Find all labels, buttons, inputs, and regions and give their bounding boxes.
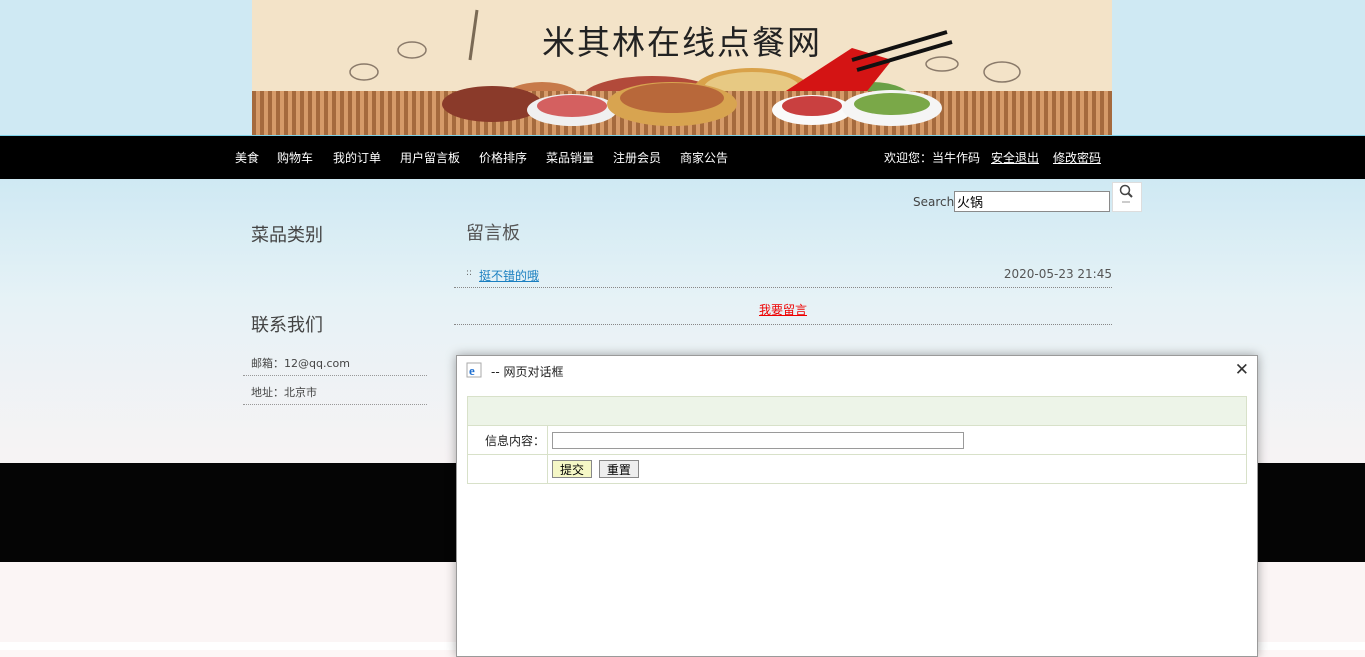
main-nav: 美食 购物车 我的订单 用户留言板 价格排序 菜品销量 注册会员 商家公告 欢迎… bbox=[0, 135, 1365, 179]
form-header bbox=[467, 396, 1247, 426]
content-label: 信息内容： bbox=[467, 425, 548, 455]
dialog-title: -- 网页对话框 bbox=[491, 365, 564, 379]
board-title: 留言板 bbox=[466, 223, 520, 244]
contact-email: 邮箱：12@qq.com bbox=[243, 353, 427, 376]
contact-title: 联系我们 bbox=[251, 315, 323, 336]
submit-button[interactable]: 提交 bbox=[552, 460, 593, 478]
nav-item-register[interactable]: 注册会员 bbox=[613, 149, 661, 166]
close-icon[interactable]: ✕ bbox=[1235, 360, 1249, 380]
categories-title: 菜品类别 bbox=[251, 225, 323, 246]
nav-item-announcements[interactable]: 商家公告 bbox=[680, 149, 728, 166]
ie-icon: e bbox=[466, 362, 482, 378]
logout-link[interactable]: 安全退出 bbox=[991, 149, 1039, 166]
message-date: 2020-05-23 21:45 bbox=[1003, 267, 1112, 281]
web-dialog: e -- 网页对话框 ✕ 信息内容： 提交 重置 bbox=[456, 355, 1258, 657]
nav-item-cart[interactable]: 购物车 bbox=[277, 149, 313, 166]
nav-item-food[interactable]: 美食 bbox=[235, 149, 259, 166]
message-link[interactable]: 挺不错的哦 bbox=[479, 267, 539, 284]
reset-button[interactable]: 重置 bbox=[598, 460, 639, 478]
bullet-icon: :: bbox=[466, 268, 473, 278]
contact-address: 地址：北京市 bbox=[243, 382, 427, 405]
change-password-link[interactable]: 修改密码 bbox=[1053, 149, 1101, 166]
search-icon bbox=[1119, 184, 1133, 203]
nav-item-price-sort[interactable]: 价格排序 bbox=[479, 149, 527, 166]
empty-label-cell bbox=[467, 454, 548, 484]
list-item: :: 挺不错的哦 2020-05-23 21:45 bbox=[454, 262, 1112, 288]
post-message-link[interactable]: 我要留言 bbox=[759, 303, 807, 317]
nav-item-message-board[interactable]: 用户留言板 bbox=[400, 149, 460, 166]
banner-food bbox=[442, 82, 942, 126]
site-banner: 米其林在线点餐网 bbox=[252, 0, 1112, 135]
welcome-text: 欢迎您：当牛作码 bbox=[884, 151, 981, 165]
search-label: Search bbox=[913, 195, 955, 209]
message-form: 信息内容： 提交 重置 bbox=[467, 396, 1247, 484]
search-button[interactable] bbox=[1112, 182, 1142, 212]
content-input[interactable] bbox=[552, 431, 964, 449]
nav-item-sales[interactable]: 菜品销量 bbox=[546, 149, 594, 166]
nav-item-orders[interactable]: 我的订单 bbox=[333, 149, 381, 166]
post-message-row: 我要留言 bbox=[454, 300, 1112, 325]
svg-text:e: e bbox=[469, 363, 475, 378]
search-input[interactable] bbox=[954, 191, 1110, 212]
